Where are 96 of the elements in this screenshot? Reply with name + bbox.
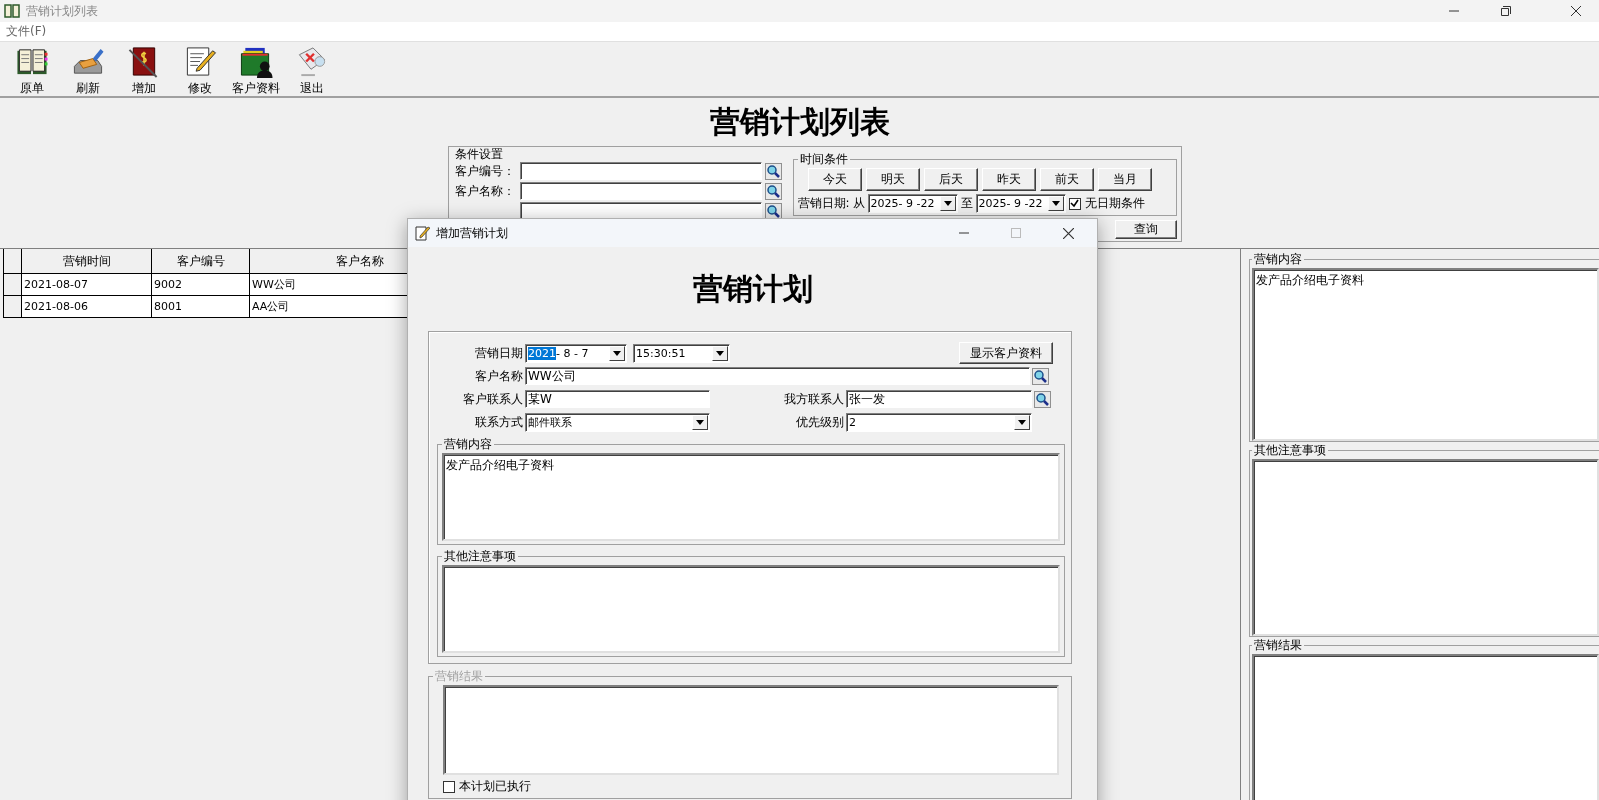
group-title: 其他注意事项 (443, 548, 517, 565)
dropdown-arrow-icon (1051, 201, 1060, 206)
group-title: 营销结果 (1253, 636, 1303, 654)
folders-person-icon (239, 45, 273, 78)
field-label: 客户联系人 (462, 390, 523, 408)
page-heading: 营销计划列表 (708, 103, 891, 140)
checkbox-label: 本计划已执行 (459, 778, 531, 795)
maximize-icon (1011, 228, 1021, 238)
search-icon (764, 182, 782, 200)
dropdown-arrow-icon (696, 419, 704, 425)
field-label: 至 (960, 195, 973, 212)
group-title: 营销内容 (443, 436, 493, 453)
toolbar-button[interactable]: 退出 (284, 45, 340, 97)
input-field[interactable] (519, 162, 762, 180)
date-picker[interactable]: 2025- 9 -22 (867, 194, 958, 213)
dropdown-button[interactable] (712, 345, 728, 361)
group-title: 条件设置 (454, 147, 504, 161)
column-header[interactable]: 客户编号 (152, 249, 250, 274)
date-button[interactable]: 今天 (807, 168, 862, 191)
search-button[interactable] (1032, 367, 1049, 385)
contact-method-dropdown[interactable]: 邮件联系 (525, 412, 710, 432)
text-area[interactable] (442, 565, 1060, 653)
show-customer-button[interactable]: 显示客户资料 (959, 342, 1053, 364)
close-icon (1062, 227, 1074, 239)
group-title: 营销内容 (1253, 251, 1303, 268)
table-cell: 2021-08-06 (22, 296, 152, 318)
toolbar-button[interactable]: 增加 (116, 45, 172, 97)
search-button[interactable] (1034, 390, 1051, 408)
date-button[interactable]: 后天 (923, 168, 978, 191)
toolbar-button[interactable]: 客户资料 (228, 45, 284, 97)
dropdown-arrow-icon (613, 350, 621, 356)
date-button[interactable]: 当月 (1097, 168, 1152, 191)
query-button[interactable]: 查询 (1114, 220, 1177, 239)
checkbox[interactable] (443, 780, 455, 793)
toolbar-button[interactable]: 修改 (172, 45, 228, 97)
search-icon (1032, 367, 1049, 385)
text-area[interactable]: 发产品介绍电子资料 (442, 453, 1060, 541)
search-icon (764, 162, 782, 180)
dropdown-button[interactable] (1014, 414, 1030, 430)
input-field[interactable]: 张一发 (846, 390, 1032, 408)
date-picker[interactable]: 2025- 9 -22 (975, 194, 1066, 213)
dropdown-button[interactable] (1047, 196, 1064, 211)
check-icon (1070, 199, 1080, 208)
toolbar-button[interactable]: 原单 (4, 45, 60, 97)
field-label: 联系方式 (474, 413, 523, 431)
book-icon (4, 4, 20, 18)
field-label: 客户名称： (454, 182, 516, 200)
dropdown-arrow-icon (716, 350, 724, 356)
dropdown-arrow-icon (943, 201, 952, 206)
field-label: 营销日期 (474, 344, 523, 362)
field-label: 营销日期: (797, 195, 850, 212)
field-label: 客户名称 (474, 367, 523, 385)
text-area[interactable]: 发产品介绍电子资料 (1252, 268, 1599, 441)
time-picker[interactable]: 15:30:51 (633, 343, 730, 363)
date-button[interactable]: 前天 (1039, 168, 1094, 191)
table-cell: 8001 (152, 296, 250, 318)
search-button[interactable] (764, 202, 782, 220)
dropdown-button[interactable] (692, 414, 708, 430)
field-label: 优先级别 (795, 413, 844, 431)
text-area[interactable] (1252, 653, 1599, 800)
table-cell: 2021-08-07 (22, 274, 152, 296)
dropdown-button[interactable] (939, 196, 956, 211)
dialog-heading: 营销计划 (691, 270, 814, 307)
date-button[interactable]: 明天 (865, 168, 920, 191)
text-area[interactable] (1252, 458, 1599, 636)
input-field[interactable]: 某W (525, 390, 710, 408)
field-label: 从 (852, 195, 865, 212)
dropdown-arrow-icon (1018, 419, 1026, 425)
checkbox[interactable] (1068, 197, 1081, 210)
menu-item[interactable]: 文件(F) (6, 23, 47, 40)
search-icon (1034, 390, 1051, 408)
toolbar-button[interactable]: 刷新 (60, 45, 116, 97)
date-picker[interactable]: 2021- 8 - 7 (525, 343, 627, 363)
search-button[interactable] (764, 162, 782, 180)
date-button[interactable]: 昨天 (981, 168, 1036, 191)
notepad-pencil-icon (414, 225, 430, 241)
dialog-title: 增加营销计划 (436, 224, 508, 242)
text-area[interactable] (443, 685, 1059, 775)
group-title: 营销结果 (434, 668, 484, 685)
field-label: 我方联系人 (783, 390, 844, 408)
group-title: 其他注意事项 (1253, 441, 1327, 459)
search-button[interactable] (764, 182, 782, 200)
row-header[interactable] (4, 274, 22, 296)
input-field[interactable] (519, 182, 762, 200)
column-header[interactable]: 营销时间 (22, 249, 152, 274)
table-cell: 9002 (152, 274, 250, 296)
group-title: 时间条件 (798, 151, 849, 168)
field-label: 客户编号： (454, 162, 516, 180)
restore-icon (1501, 6, 1511, 16)
dropdown-button[interactable] (609, 345, 625, 361)
window-title: 营销计划列表 (26, 2, 98, 20)
priority-dropdown[interactable]: 2 (846, 412, 1032, 432)
checkbox-label: 无日期条件 (1084, 195, 1145, 212)
row-header[interactable] (4, 296, 22, 318)
close-icon (1571, 6, 1581, 16)
input-field[interactable]: WW公司 (525, 367, 1030, 385)
